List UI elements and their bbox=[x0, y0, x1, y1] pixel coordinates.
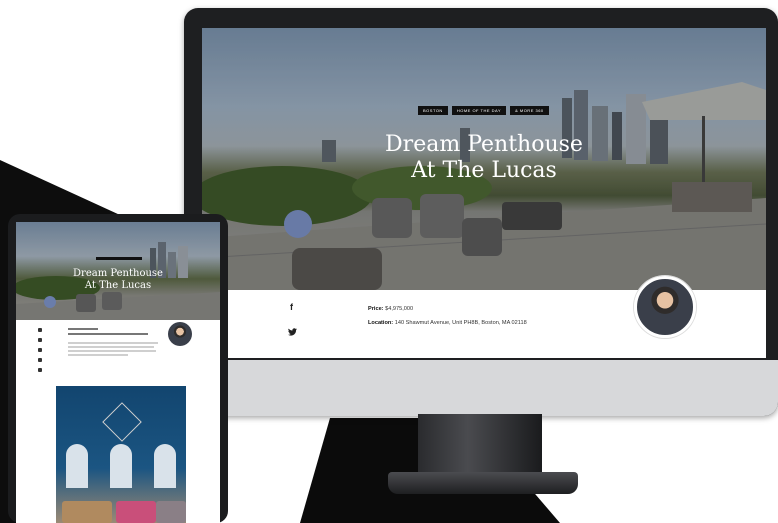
sofa-graphic bbox=[156, 501, 186, 523]
tablet-title-line-1: Dream Penthouse bbox=[73, 268, 163, 279]
title-line-2: At The Lucas bbox=[411, 158, 557, 183]
tag-boston[interactable]: BOSTON bbox=[418, 106, 448, 115]
location-value: 140 Shawmut Avenue, Unit PH8B, Boston, M… bbox=[394, 320, 527, 326]
page-title: Dream Penthouse At The Lucas bbox=[202, 132, 766, 184]
tablet-share-icon[interactable] bbox=[38, 368, 42, 372]
tablet-text-line bbox=[68, 354, 128, 356]
tablet-hero-image: Dream Penthouse At The Lucas bbox=[16, 222, 220, 320]
tablet-facebook-icon[interactable] bbox=[38, 328, 42, 332]
desktop-monitor: BOSTON HOME OF THE DAY & MORE 360 Dream … bbox=[184, 8, 778, 416]
location-line: Location: 140 Shawmut Avenue, Unit PH8B,… bbox=[368, 320, 527, 326]
chandelier-graphic bbox=[102, 402, 142, 442]
facebook-icon[interactable]: f bbox=[290, 302, 293, 312]
title-line-1: Dream Penthouse bbox=[385, 132, 583, 157]
monitor-chin bbox=[184, 360, 778, 416]
tablet-agent-avatar[interactable] bbox=[168, 322, 192, 346]
tablet-text-line bbox=[68, 350, 156, 352]
tablet-screen: Dream Penthouse At The Lucas bbox=[16, 222, 220, 523]
tag-more-360[interactable]: & MORE 360 bbox=[510, 106, 549, 115]
arched-window bbox=[110, 444, 132, 488]
price-line: Price: $4,975,000 bbox=[368, 306, 413, 312]
tag-home-of-the-day[interactable]: HOME OF THE DAY bbox=[451, 106, 507, 115]
sofa-graphic bbox=[62, 501, 112, 523]
listing-info-bar: f Price: $4,975,000 Location: 140 Shawmu… bbox=[202, 276, 766, 358]
tablet-twitter-icon[interactable] bbox=[38, 338, 42, 342]
arched-window bbox=[66, 444, 88, 488]
tablet-price-line bbox=[68, 328, 98, 330]
tablet-location-line bbox=[68, 333, 148, 335]
tablet-text-line bbox=[68, 346, 154, 348]
category-tags: BOSTON HOME OF THE DAY & MORE 360 bbox=[418, 106, 549, 115]
tablet-device: Dream Penthouse At The Lucas bbox=[8, 214, 228, 523]
tablet-page-title: Dream Penthouse At The Lucas bbox=[16, 268, 220, 292]
arched-window bbox=[154, 444, 176, 488]
monitor-stand bbox=[418, 414, 542, 478]
monitor-stand-base bbox=[388, 472, 578, 494]
tablet-title-line-2: At The Lucas bbox=[84, 280, 152, 291]
sofa-graphic bbox=[116, 501, 156, 523]
location-label: Location: bbox=[368, 320, 394, 326]
twitter-icon[interactable] bbox=[288, 328, 297, 336]
price-label: Price: bbox=[368, 306, 384, 312]
tablet-interior-photo bbox=[56, 386, 186, 523]
agent-avatar[interactable] bbox=[634, 276, 696, 338]
desktop-screen: BOSTON HOME OF THE DAY & MORE 360 Dream … bbox=[202, 28, 766, 358]
tablet-pinterest-icon[interactable] bbox=[38, 348, 42, 352]
tablet-category-tags bbox=[96, 257, 142, 260]
tablet-mail-icon[interactable] bbox=[38, 358, 42, 362]
price-value: $4,975,000 bbox=[385, 306, 414, 312]
tablet-text-line bbox=[68, 342, 158, 344]
hero-image: BOSTON HOME OF THE DAY & MORE 360 Dream … bbox=[202, 28, 766, 290]
